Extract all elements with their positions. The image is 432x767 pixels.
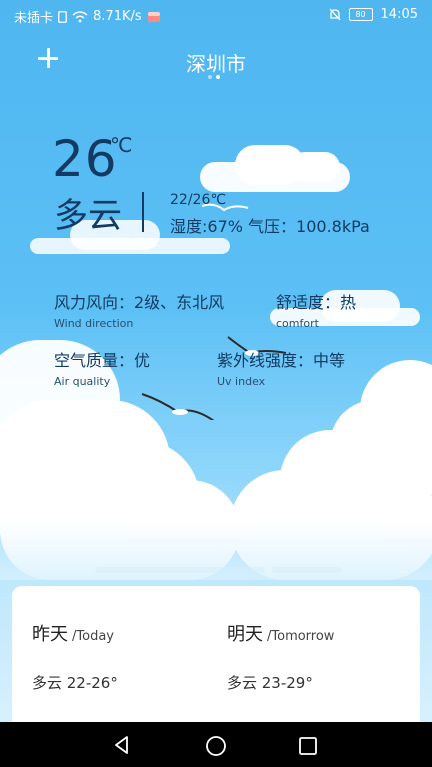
forecast-today[interactable]: 昨天/Today 多云 22-26° (32, 620, 118, 693)
tomorrow-en-label: /Tomorrow (267, 629, 335, 644)
carrier-text: 未插卡 (14, 11, 54, 26)
uv-info: 紫外线强度：中等 Uv index (217, 347, 345, 388)
bird-illustration (141, 393, 215, 420)
app-notification-icon (147, 12, 160, 22)
sim-icon (58, 10, 67, 23)
forecast-tomorrow[interactable]: 明天/Tomorrow 多云 23-29° (227, 620, 334, 693)
battery-icon: 80 (348, 8, 373, 21)
comfort-sublabel: comfort (276, 317, 319, 330)
air-quality-info: 空气质量：优 Air quality (54, 347, 150, 388)
status-right: 80 14:05 (329, 7, 418, 22)
uv-sublabel: Uv index (217, 375, 266, 388)
home-icon[interactable] (205, 735, 227, 757)
page-dot-active (216, 75, 220, 79)
temperature-unit: ℃ (110, 133, 133, 157)
today-summary: 多云 22-26° (32, 674, 118, 692)
air-quality-sublabel: Air quality (54, 375, 111, 388)
page-dot (208, 75, 212, 79)
today-day-label: 昨天 (32, 624, 68, 645)
wind-info: 风力风向：2级、东北风 Wind direction (54, 289, 224, 330)
navigation-bar (0, 722, 432, 767)
battery-level: 80 (355, 10, 366, 19)
city-title: 深圳市 (186, 52, 246, 76)
temperature-range: 22/26℃ (170, 192, 227, 208)
wifi-icon (72, 10, 88, 22)
comfort-label: 舒适度：热 (276, 293, 357, 312)
today-en-label: /Today (72, 629, 114, 644)
air-quality-label: 空气质量：优 (54, 351, 151, 370)
forecast-card: 昨天/Today 多云 22-26° 明天/Tomorrow 多云 23-29° (12, 586, 420, 736)
back-icon[interactable] (112, 735, 132, 755)
comfort-info: 舒适度：热 comfort (276, 289, 356, 330)
humidity-pressure: 湿度:67% 气压：100.8kPa (170, 217, 370, 236)
network-speed: 8.71K/s (93, 9, 142, 24)
status-bar: 未插卡 8.71K/s 80 14:05 (0, 0, 432, 30)
tomorrow-day-label: 明天 (227, 624, 263, 645)
clock: 14:05 (380, 7, 418, 22)
status-left: 未插卡 8.71K/s (14, 7, 161, 26)
tomorrow-summary: 多云 23-29° (227, 674, 313, 692)
current-temperature: 26 (52, 130, 118, 188)
page-indicator (208, 75, 220, 79)
wind-sublabel: Wind direction (54, 317, 134, 330)
weather-condition: 多云 (54, 196, 122, 236)
recents-icon[interactable] (298, 736, 318, 756)
uv-label: 紫外线强度：中等 (217, 351, 346, 370)
divider (142, 192, 144, 232)
wind-label: 风力风向：2级、东北风 (54, 293, 225, 312)
mute-icon (329, 8, 341, 21)
